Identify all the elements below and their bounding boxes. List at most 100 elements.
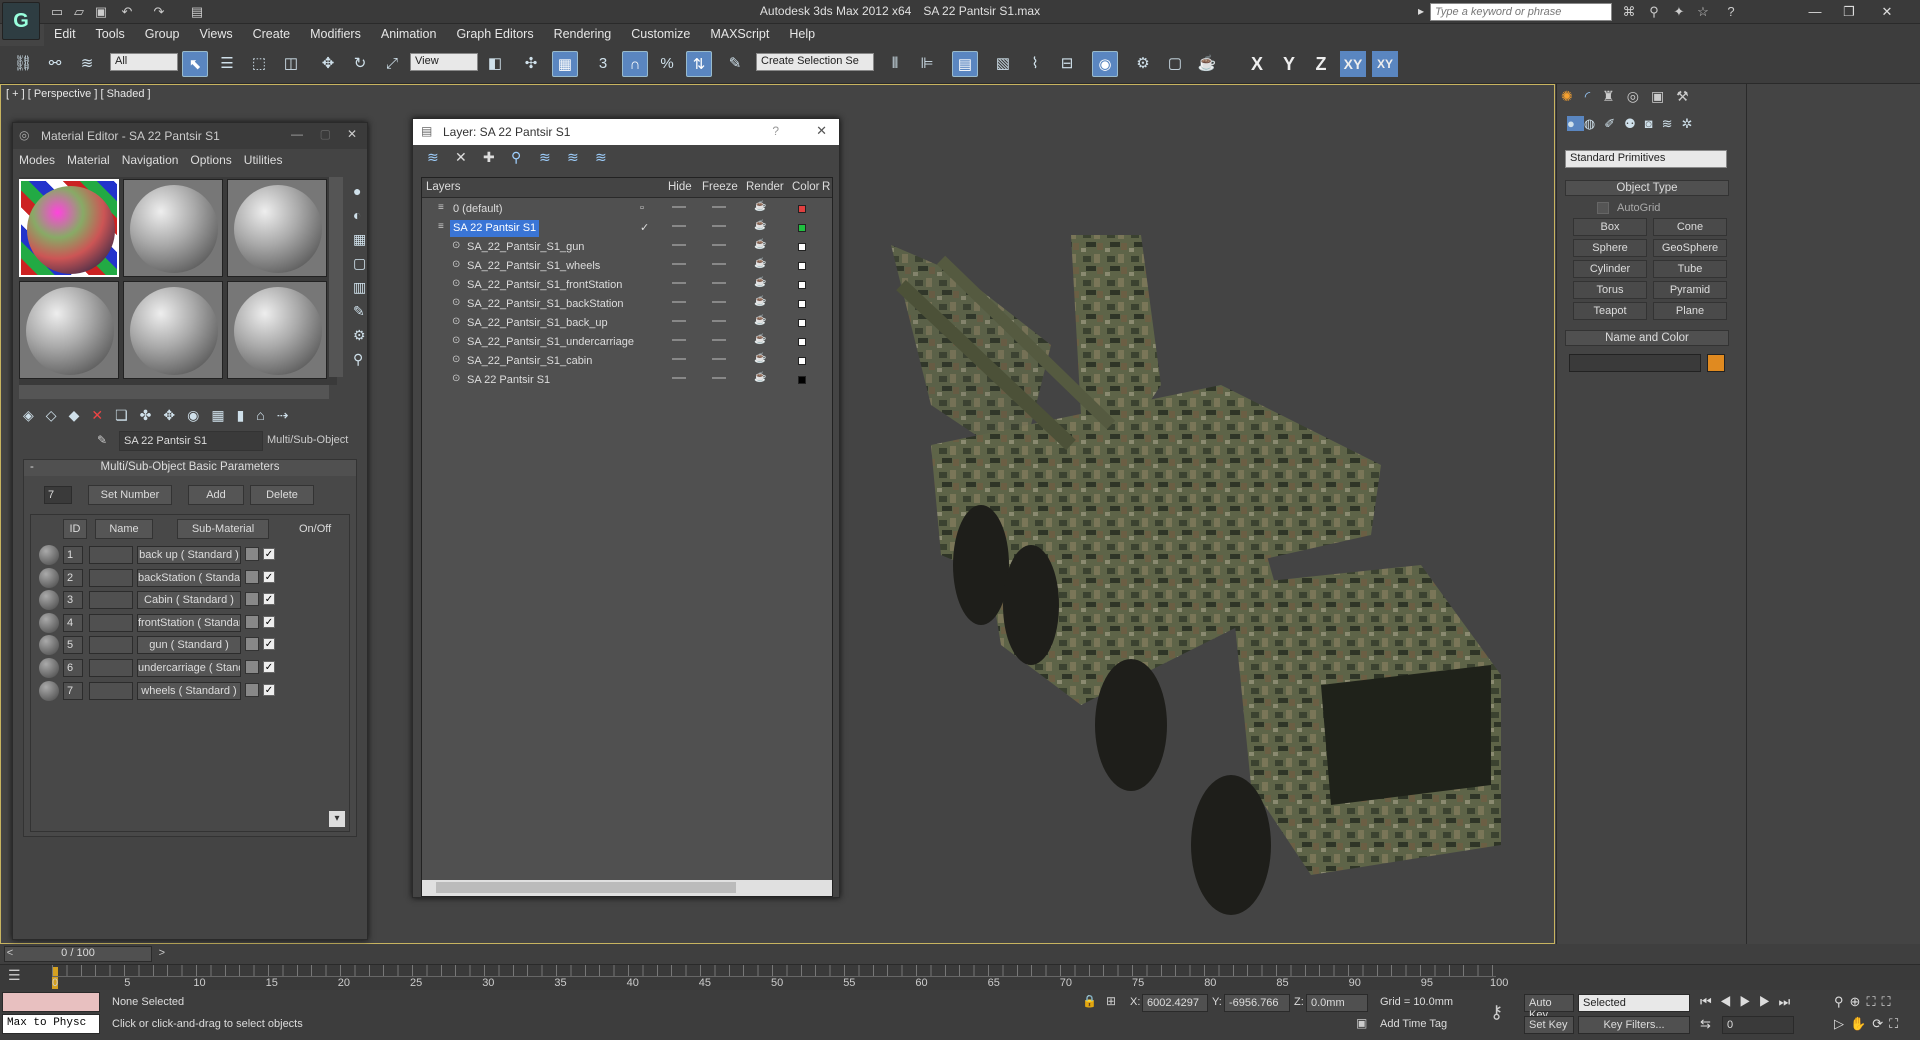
app-logo-icon[interactable]: G <box>2 2 40 40</box>
freeze-toggle[interactable] <box>712 301 726 303</box>
medit-menu-navigation[interactable]: Navigation <box>116 149 185 171</box>
freeze-toggle[interactable] <box>712 358 726 360</box>
search-input[interactable]: Type a keyword or phrase <box>1430 3 1612 21</box>
material-name-field[interactable]: SA 22 Pantsir S1 <box>119 431 263 451</box>
display-tab-icon[interactable]: ▣ <box>1651 88 1676 104</box>
name-color-header[interactable]: Name and Color <box>1565 330 1729 346</box>
maxscript-listener[interactable] <box>2 992 100 1012</box>
material-count-field[interactable]: 7 <box>44 486 72 504</box>
layer-color-swatch[interactable] <box>798 262 806 270</box>
layer-row[interactable]: ⊙ SA_22_Pantsir_S1_gun ☕ <box>422 238 832 257</box>
next-frame-icon[interactable]: > <box>159 947 165 959</box>
select-by-name-icon[interactable]: ☰ <box>214 51 240 77</box>
curve-editor-icon[interactable]: ⌇ <box>1022 51 1048 77</box>
sub-material-color[interactable] <box>245 569 259 584</box>
col-hide[interactable]: Hide <box>668 181 692 193</box>
sub-material-onoff-checkbox[interactable]: ✓ <box>263 661 275 673</box>
redo-icon[interactable]: ↷ <box>150 3 168 20</box>
time-tag-icon[interactable]: ▣ <box>1356 1016 1367 1030</box>
render-teapot-icon[interactable]: ☕ <box>754 277 766 288</box>
layer-color-swatch[interactable] <box>798 224 806 232</box>
menu-tools[interactable]: Tools <box>86 24 135 44</box>
video-color-check-icon[interactable]: ▥ <box>353 275 366 299</box>
layer-row[interactable]: ⊙ SA_22_Pantsir_S1_backStation ☕ <box>422 295 832 314</box>
window-crossing-icon[interactable]: ◫ <box>278 51 304 77</box>
sub-material-name-field[interactable] <box>89 591 133 610</box>
sub-material-color[interactable] <box>245 547 259 561</box>
render-teapot-icon[interactable]: ☕ <box>754 315 766 326</box>
scroll-down-icon[interactable]: ▾ <box>329 811 345 827</box>
set-number-button[interactable]: Set Number <box>88 485 172 505</box>
create-tab-icon[interactable]: ✺ <box>1561 88 1585 104</box>
render-teapot-icon[interactable]: ☕ <box>754 201 766 212</box>
close-button[interactable]: ✕ <box>816 123 827 139</box>
layer-color-swatch[interactable] <box>798 357 806 365</box>
layer-row[interactable]: ⊙ SA 22 Pantsir S1 ☕ <box>422 371 832 390</box>
sub-material-id[interactable]: 6 <box>63 659 83 677</box>
axis-y-button[interactable]: Y <box>1276 51 1302 77</box>
pick-material-icon[interactable]: ✎ <box>97 433 107 447</box>
edit-named-selection-icon[interactable]: ✎ <box>722 51 748 77</box>
primitive-cone-button[interactable]: Cone <box>1653 218 1727 236</box>
layer-row[interactable]: ⊙ SA_22_Pantsir_S1_wheels ☕ <box>422 257 832 276</box>
sub-material-onoff-checkbox[interactable]: ✓ <box>263 548 275 560</box>
show-in-viewport-icon[interactable]: ▦ <box>211 407 236 423</box>
object-type-header[interactable]: Object Type <box>1565 180 1729 196</box>
motion-tab-icon[interactable]: ◎ <box>1627 88 1651 104</box>
sample-type-icon[interactable]: ● <box>353 179 366 203</box>
options-icon[interactable]: ⚙ <box>353 323 366 347</box>
project-folder-icon[interactable]: ▤ <box>188 3 206 20</box>
pivot-center-icon[interactable]: ◧ <box>482 51 508 77</box>
layer-name[interactable]: SA_22_Pantsir_S1_back_up <box>464 315 611 332</box>
scale-icon[interactable]: ⤢ <box>379 51 405 77</box>
put-to-scene-icon[interactable]: ◇ <box>46 407 69 423</box>
medit-menu-modes[interactable]: Modes <box>13 149 61 171</box>
render-teapot-icon[interactable]: ☕ <box>754 372 766 383</box>
open-file-icon[interactable]: ▱ <box>70 3 88 20</box>
layer-row[interactable]: ⊙ SA_22_Pantsir_S1_undercarriage ☕ <box>422 333 832 352</box>
maximize-viewport-icon[interactable]: ⛶ <box>1889 1016 1904 1031</box>
menu-maxscript[interactable]: MAXScript <box>700 24 779 44</box>
axis-xy-cycle-button[interactable]: XY <box>1372 51 1398 77</box>
primitive-type-dropdown[interactable]: Standard Primitives <box>1565 150 1727 168</box>
key-icon[interactable]: ⚷ <box>1490 1002 1503 1023</box>
col-render[interactable]: Render <box>746 181 784 193</box>
minimize-button[interactable]: — <box>1800 2 1830 22</box>
sub-material-name-field[interactable] <box>89 636 133 655</box>
sub-material-onoff-checkbox[interactable]: ✓ <box>263 683 275 696</box>
scroll-thumb[interactable] <box>436 882 736 893</box>
get-material-icon[interactable]: ◈ <box>23 407 46 423</box>
move-icon[interactable]: ✥ <box>315 51 341 77</box>
menu-graph-editors[interactable]: Graph Editors <box>446 24 543 44</box>
menu-customize[interactable]: Customize <box>621 24 700 44</box>
add-to-layer-icon[interactable]: ✚ <box>483 149 495 166</box>
axis-xy-button[interactable]: XY <box>1340 51 1366 77</box>
set-key-button[interactable]: Set Key <box>1524 1016 1574 1034</box>
layer-manager-icon[interactable]: ▤ <box>952 51 978 77</box>
primitive-torus-button[interactable]: Torus <box>1573 281 1647 299</box>
z-coordinate-field[interactable]: 0.0mm <box>1306 994 1368 1012</box>
helpers-icon[interactable]: ◙ <box>1645 116 1662 131</box>
reset-map-icon[interactable]: ✕ <box>91 407 115 423</box>
freeze-all-icon[interactable]: ≋ <box>595 149 607 166</box>
mini-curve-icon[interactable]: ☰ <box>8 967 30 987</box>
maximize-button[interactable]: ▢ <box>320 127 331 141</box>
new-file-icon[interactable]: ▭ <box>48 3 66 20</box>
delete-layer-icon[interactable]: ✕ <box>455 149 467 166</box>
favorites-icon[interactable]: ☆ <box>1694 3 1712 20</box>
object-color-swatch[interactable] <box>1707 354 1725 372</box>
sub-material-onoff-checkbox[interactable]: ✓ <box>263 570 275 583</box>
freeze-toggle[interactable] <box>712 320 726 322</box>
col-layers[interactable]: Layers <box>426 181 461 193</box>
sample-slot-1[interactable] <box>19 179 119 277</box>
zoom-extents-icon[interactable]: ⛶ <box>1866 994 1881 1009</box>
primitive-plane-button[interactable]: Plane <box>1653 302 1727 320</box>
communication-icon[interactable]: ✦ <box>1670 3 1688 20</box>
go-to-parent-icon[interactable]: ⌂ <box>256 407 276 423</box>
primitive-cylinder-button[interactable]: Cylinder <box>1573 260 1647 278</box>
freeze-toggle[interactable] <box>712 244 726 246</box>
render-teapot-icon[interactable]: ☕ <box>754 296 766 307</box>
rendered-frame-icon[interactable]: ▢ <box>1162 51 1188 77</box>
sub-material-name-field[interactable] <box>89 613 133 632</box>
sample-slot-4[interactable] <box>19 281 119 379</box>
